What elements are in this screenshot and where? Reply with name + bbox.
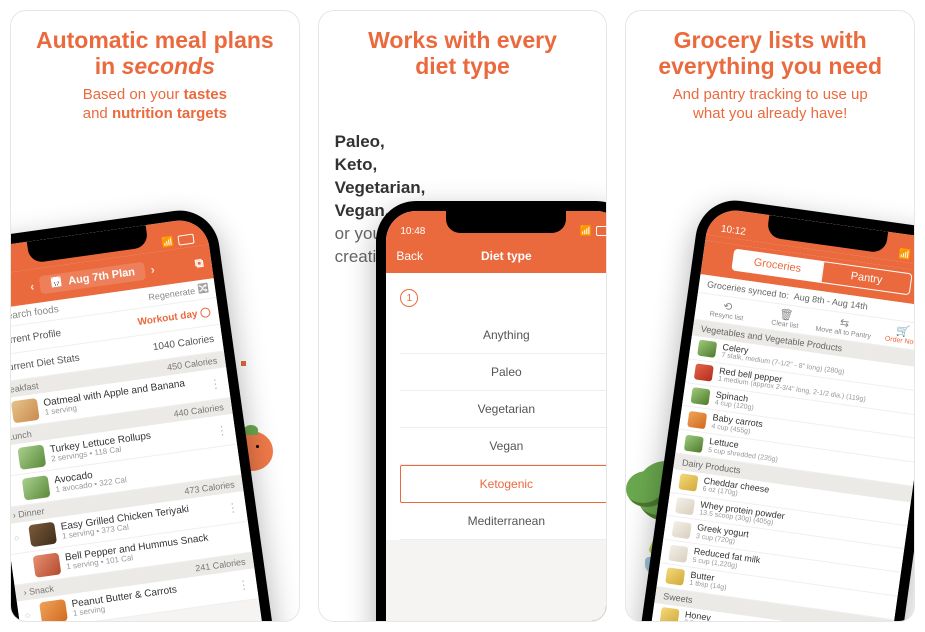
panel3-subtitle: And pantry tracking to use upwhat you al… — [626, 86, 914, 130]
resync-button[interactable]: ⟲Resync list — [697, 296, 758, 324]
phone-notch — [446, 211, 566, 233]
screenshot-panel-1: Automatic meal plans in seconds Based on… — [10, 10, 300, 622]
prev-day-button[interactable]: ‹ — [23, 278, 41, 294]
total-calories: 1040 Calories — [152, 333, 215, 352]
phone-mock-groceries: 10:12 📶 Groceries Pantry Groceries synce… — [629, 195, 915, 622]
meal-thumb-icon — [17, 444, 46, 469]
more-icon[interactable]: ⋮ — [237, 577, 252, 593]
status-icons: 📶 — [580, 226, 607, 237]
move-pantry-button[interactable]: ⇆Move all to Pantry — [813, 313, 874, 341]
app-bar: Back Diet type — [386, 239, 607, 273]
screenshot-panel-3: Grocery lists witheverything you need An… — [625, 10, 915, 622]
workout-day-badge: Workout day — [137, 306, 211, 327]
phone-mock-diet-type: 10:48 📶 Back Diet type 1 Anything Paleo … — [376, 201, 607, 622]
more-icon[interactable]: ⋮ — [208, 376, 223, 392]
meal-thumb-icon — [11, 398, 40, 423]
clear-list-button[interactable]: 🗑Clear list — [755, 304, 816, 332]
diet-option-ketogenic[interactable]: Ketogenic — [400, 465, 607, 503]
diet-option-anything[interactable]: Anything — [400, 317, 607, 354]
calendar-icon — [49, 276, 65, 290]
meal-thumb-icon — [28, 522, 57, 547]
diet-option-mediterranean[interactable]: Mediterranean — [400, 503, 607, 540]
copy-plan-icon[interactable]: ⧉ — [194, 255, 205, 271]
appbar-title: Diet type — [481, 249, 532, 263]
phone-mock-meal-plan: 10:08 📶 🗂 ‹ Aug 7th Plan › ⧉ Search food… — [10, 205, 286, 622]
step-indicator: 1 — [400, 289, 418, 307]
back-button[interactable]: Back — [396, 249, 423, 263]
shuffle-icon — [197, 283, 210, 295]
status-time: 10:12 — [720, 224, 746, 238]
more-icon[interactable]: ⋮ — [226, 500, 241, 516]
diet-option-paleo[interactable]: Paleo — [400, 354, 607, 391]
plan-date-button[interactable]: Aug 7th Plan — [39, 262, 146, 295]
meal-thumb-icon — [22, 475, 51, 500]
panel1-subtitle: Based on your tastes and nutrition targe… — [11, 86, 299, 130]
diet-option-vegetarian[interactable]: Vegetarian — [400, 391, 607, 428]
meal-thumb-icon — [39, 599, 68, 622]
more-icon[interactable]: ⋮ — [215, 423, 230, 439]
next-day-button[interactable]: › — [144, 261, 162, 277]
panel3-title: Grocery lists witheverything you need — [626, 11, 914, 86]
meal-thumb-icon — [33, 552, 62, 577]
screenshot-panel-2: Works with everydiet type Paleo, Keto, V… — [318, 10, 608, 622]
panel1-title: Automatic meal plans in seconds — [11, 11, 299, 86]
status-time: 10:48 — [400, 226, 425, 237]
confetti-icon — [241, 361, 246, 366]
panel2-title: Works with everydiet type — [319, 11, 607, 86]
diet-option-vegan[interactable]: Vegan — [400, 428, 607, 465]
